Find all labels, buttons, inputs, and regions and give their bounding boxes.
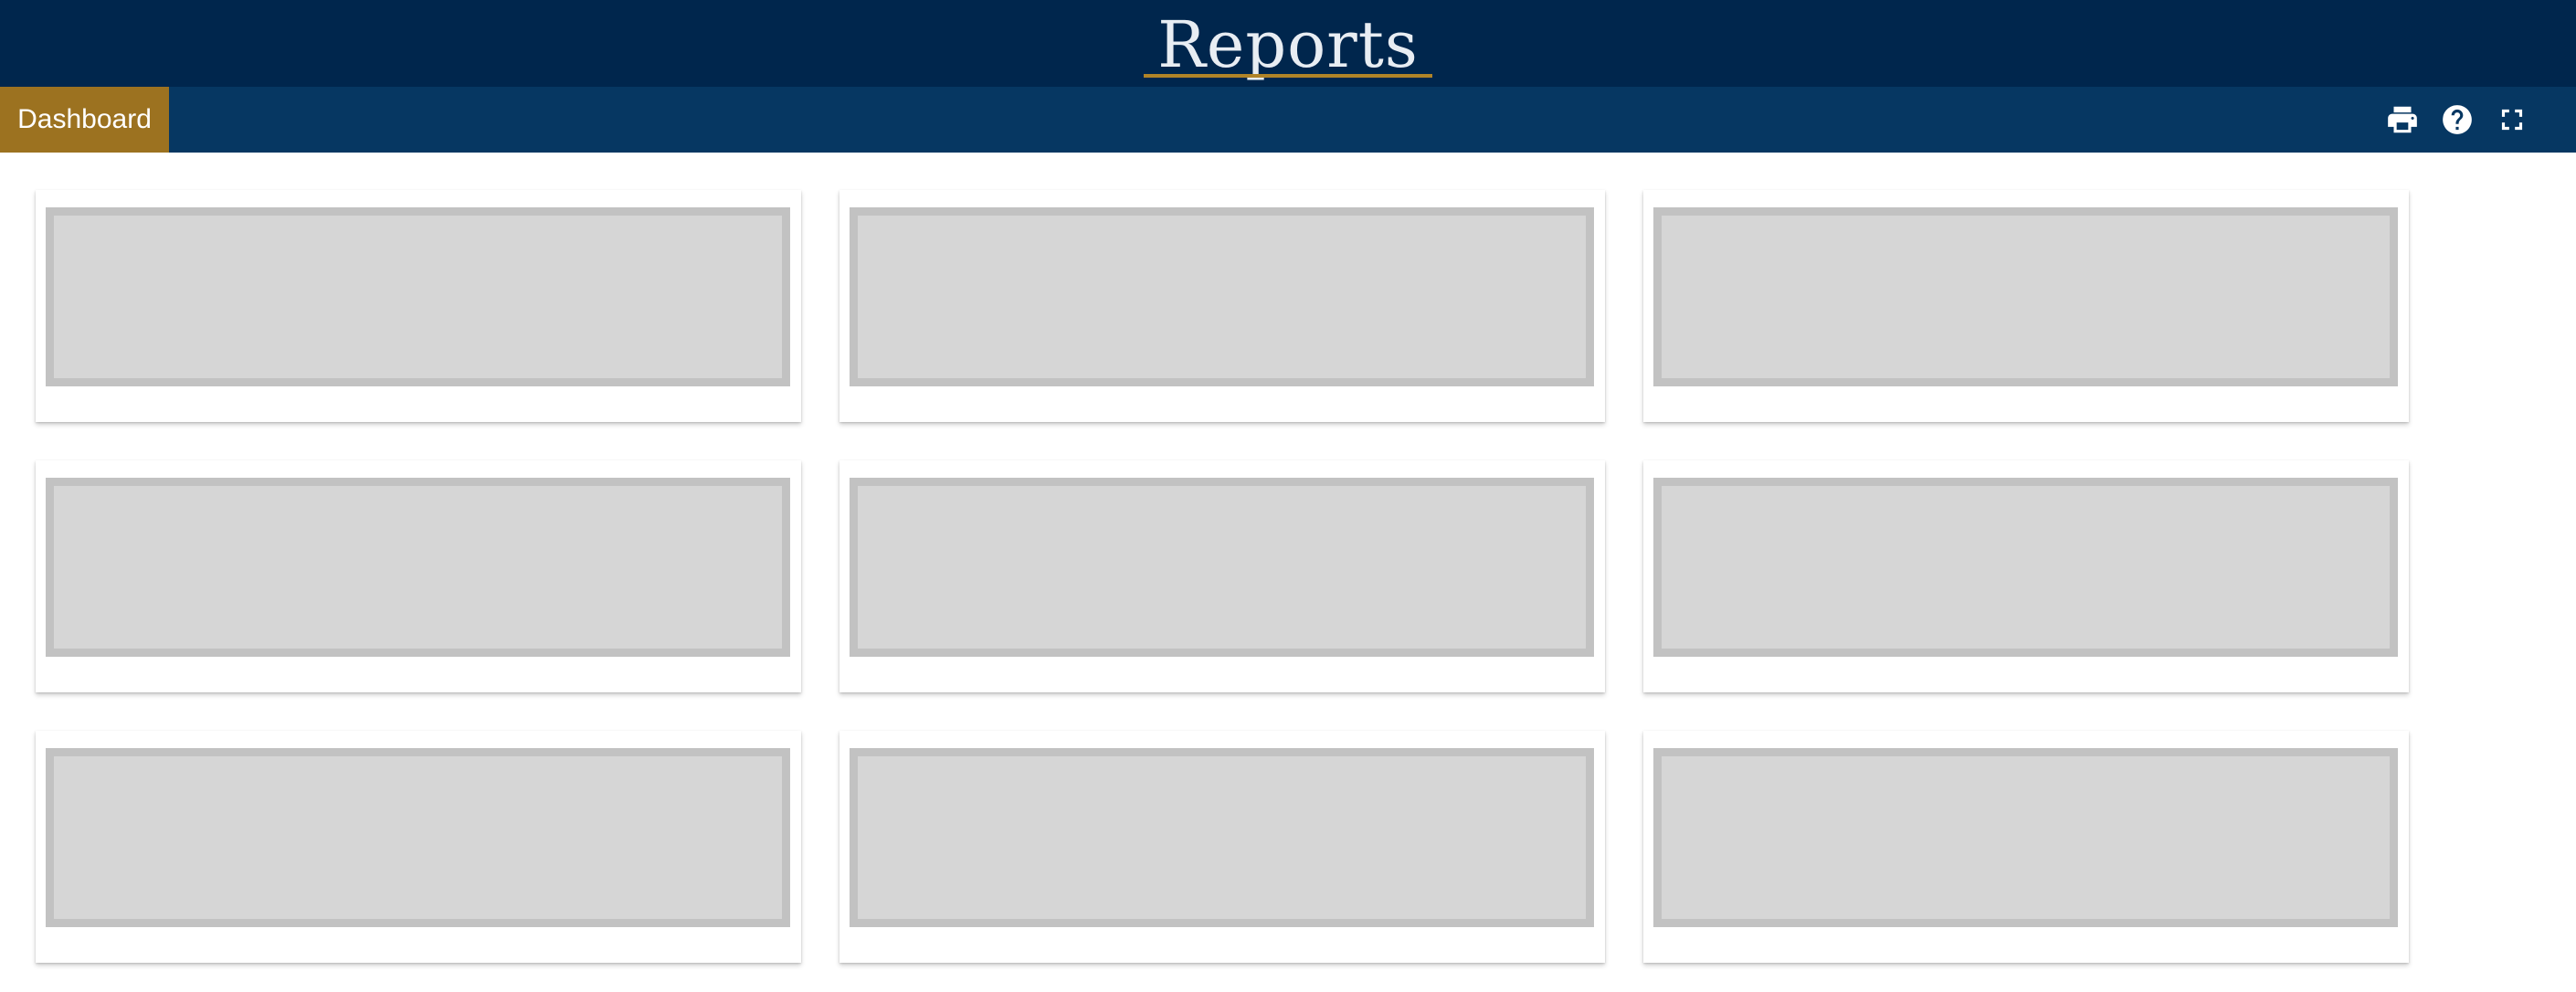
print-icon[interactable] bbox=[2381, 99, 2423, 141]
dashboard-tab[interactable]: Dashboard bbox=[0, 87, 169, 153]
loading-placeholder bbox=[46, 478, 790, 657]
report-card[interactable] bbox=[1643, 190, 2409, 422]
report-card[interactable] bbox=[36, 460, 801, 692]
report-card-grid bbox=[36, 190, 2409, 963]
content-area bbox=[0, 153, 2576, 992]
help-icon[interactable] bbox=[2436, 99, 2478, 141]
nav-bar: Dashboard bbox=[0, 87, 2576, 153]
reports-app: Reports Dashboard bbox=[0, 0, 2576, 992]
report-card[interactable] bbox=[839, 731, 1605, 963]
report-card[interactable] bbox=[36, 190, 801, 422]
report-card[interactable] bbox=[36, 731, 801, 963]
fullscreen-icon[interactable] bbox=[2491, 99, 2533, 141]
report-card[interactable] bbox=[1643, 460, 2409, 692]
report-card[interactable] bbox=[839, 190, 1605, 422]
loading-placeholder bbox=[46, 207, 790, 386]
loading-placeholder bbox=[1653, 207, 2398, 386]
page-title: Reports bbox=[1157, 7, 1419, 82]
loading-placeholder bbox=[1653, 478, 2398, 657]
loading-placeholder bbox=[850, 478, 1594, 657]
title-bar: Reports bbox=[0, 0, 2576, 87]
loading-placeholder bbox=[46, 748, 790, 927]
loading-placeholder bbox=[1653, 748, 2398, 927]
report-card[interactable] bbox=[839, 460, 1605, 692]
report-card[interactable] bbox=[1643, 731, 2409, 963]
title-underline bbox=[1144, 74, 1432, 78]
toolbar-icons bbox=[2381, 99, 2533, 141]
loading-placeholder bbox=[850, 207, 1594, 386]
loading-placeholder bbox=[850, 748, 1594, 927]
